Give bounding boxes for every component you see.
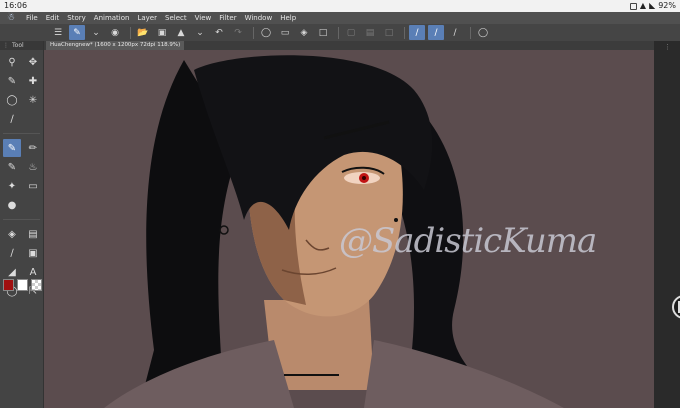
palette-menu-icon[interactable]: ⋮ [3,41,9,50]
document-tab-bar: HuaChengnew* (1600 x 1200px 72dpi 118.9%… [44,41,654,50]
divider [404,26,405,39]
magic-wand-icon[interactable]: ✳ [24,91,42,109]
menu-story[interactable]: Story [63,12,90,24]
divider [253,26,254,39]
battery-text: 92% [658,1,676,10]
android-status-bar: 16:06 ▲ ◣ 92% [0,0,680,12]
sub-color-swatch[interactable] [17,279,28,291]
notification-icon [629,2,637,10]
main-color-swatch[interactable] [3,279,14,291]
pencil-icon[interactable]: ✏ [24,139,42,157]
fill-bucket-icon[interactable]: ◈ [3,225,21,243]
divider [338,26,339,39]
panel-grip-icon[interactable]: ⋮ [664,43,671,51]
clip-studio-logo-icon[interactable]: ☃ [0,12,22,24]
undo-icon[interactable]: ↶ [211,25,227,40]
eraser-icon[interactable]: ▭ [24,177,42,195]
menu-view[interactable]: View [191,12,216,24]
menu-bar: ☃ File Edit Story Animation Layer Select… [0,12,680,24]
lasso-icon[interactable]: ◯ [3,91,21,109]
eye-pupil [362,176,366,180]
invert-icon[interactable]: ▤ [362,25,378,40]
blank-slot [24,196,42,214]
eraser-selection-icon[interactable]: ▭ [277,25,293,40]
menu-help[interactable]: Help [276,12,300,24]
gradient-icon[interactable]: ▤ [24,225,42,243]
watermark-text: @SadisticKuma [339,221,597,261]
menu-window[interactable]: Window [241,12,277,24]
menu-select[interactable]: Select [161,12,191,24]
tool-grid: ⚲ ✥ ✎ ✚ ◯ ✳ ∕ [0,50,43,131]
operation-icon[interactable]: ✎ [3,72,21,90]
zoom-icon[interactable]: ⚲ [3,53,21,71]
pen-icon[interactable]: ✎ [3,139,21,157]
export-icon[interactable]: ▲ [173,25,189,40]
figure-icon[interactable]: ∕ [3,244,21,262]
document-tab[interactable]: HuaChengnew* (1600 x 1200px 72dpi 118.9%… [46,41,185,50]
divider [3,133,40,134]
menu-layer[interactable]: Layer [133,12,161,24]
chevron-down-icon[interactable]: ⌄ [192,25,208,40]
divider [130,26,131,39]
side-panel-handle[interactable] [672,295,680,319]
status-icons: ▲ ◣ 92% [629,0,676,12]
deselect-icon[interactable]: ▢ [343,25,359,40]
fill-icon[interactable]: ◈ [296,25,312,40]
marquee-icon[interactable]: ◯ [258,25,274,40]
blank-slot [24,110,42,128]
tool-palette-label: Tool [12,42,24,49]
clear-icon[interactable]: □ [381,25,397,40]
redo-icon[interactable]: ↷ [230,25,246,40]
divider [3,219,40,220]
menu-edit[interactable]: Edit [42,12,64,24]
save-icon[interactable]: ▣ [154,25,170,40]
transparent-color-swatch[interactable] [31,279,42,291]
folder-open-icon[interactable]: 📂 [135,25,151,40]
status-time: 16:06 [4,1,28,10]
brush-icon[interactable]: ✎ [3,158,21,176]
special-ruler-icon[interactable]: ◯ [475,25,491,40]
eyedropper-icon[interactable]: ∕ [3,110,21,128]
menu-filter[interactable]: Filter [215,12,240,24]
chevron-down-icon[interactable]: ⌄ [88,25,104,40]
app-window: 16:06 ▲ ◣ 92% ☃ File Edit Story Animatio… [0,0,680,408]
wifi-icon: ▲ [639,1,647,10]
menu-icon[interactable]: ☰ [50,25,66,40]
right-panel-strip: ⋮ [654,41,680,408]
blend-icon[interactable]: ● [3,196,21,214]
frame-icon[interactable]: ▣ [24,244,42,262]
airbrush-icon[interactable]: ♨ [24,158,42,176]
canvas-area[interactable]: HuaChengnew* (1600 x 1200px 72dpi 118.9%… [44,41,680,408]
menu-animation[interactable]: Animation [90,12,134,24]
signal-icon: ◣ [649,1,656,10]
tool-palette-tab[interactable]: ⋮ Tool [0,41,43,50]
ruler-icon[interactable]: ∕ [447,25,463,40]
move-layer-icon[interactable]: ✚ [24,72,42,90]
tool-palette: ⋮ Tool ⚲ ✥ ✎ ✚ ◯ ✳ ∕ ✎ ✏ ✎ ♨ ✦ ▭ ● ◈ ▤ ∕… [0,41,44,408]
color-swatches [3,279,42,291]
ruler-snap-icon[interactable]: ∕ [409,25,425,40]
tool-grid-2: ✎ ✏ ✎ ♨ ✦ ▭ ● [0,136,43,217]
divider [470,26,471,39]
pen-tool-icon[interactable]: ✎ [69,25,85,40]
move-icon[interactable]: ✥ [24,53,42,71]
decoration-icon[interactable]: ✦ [3,177,21,195]
camera-icon[interactable]: ◉ [107,25,123,40]
transform-icon[interactable]: □ [315,25,331,40]
command-bar: ☰ ✎ ⌄ ◉ 📂 ▣ ▲ ⌄ ↶ ↷ ◯ ▭ ◈ □ ▢ ▤ □ ∕ ∕ ∕ … [0,24,680,41]
ruler-snap-2-icon[interactable]: ∕ [428,25,444,40]
menu-file[interactable]: File [22,12,42,24]
